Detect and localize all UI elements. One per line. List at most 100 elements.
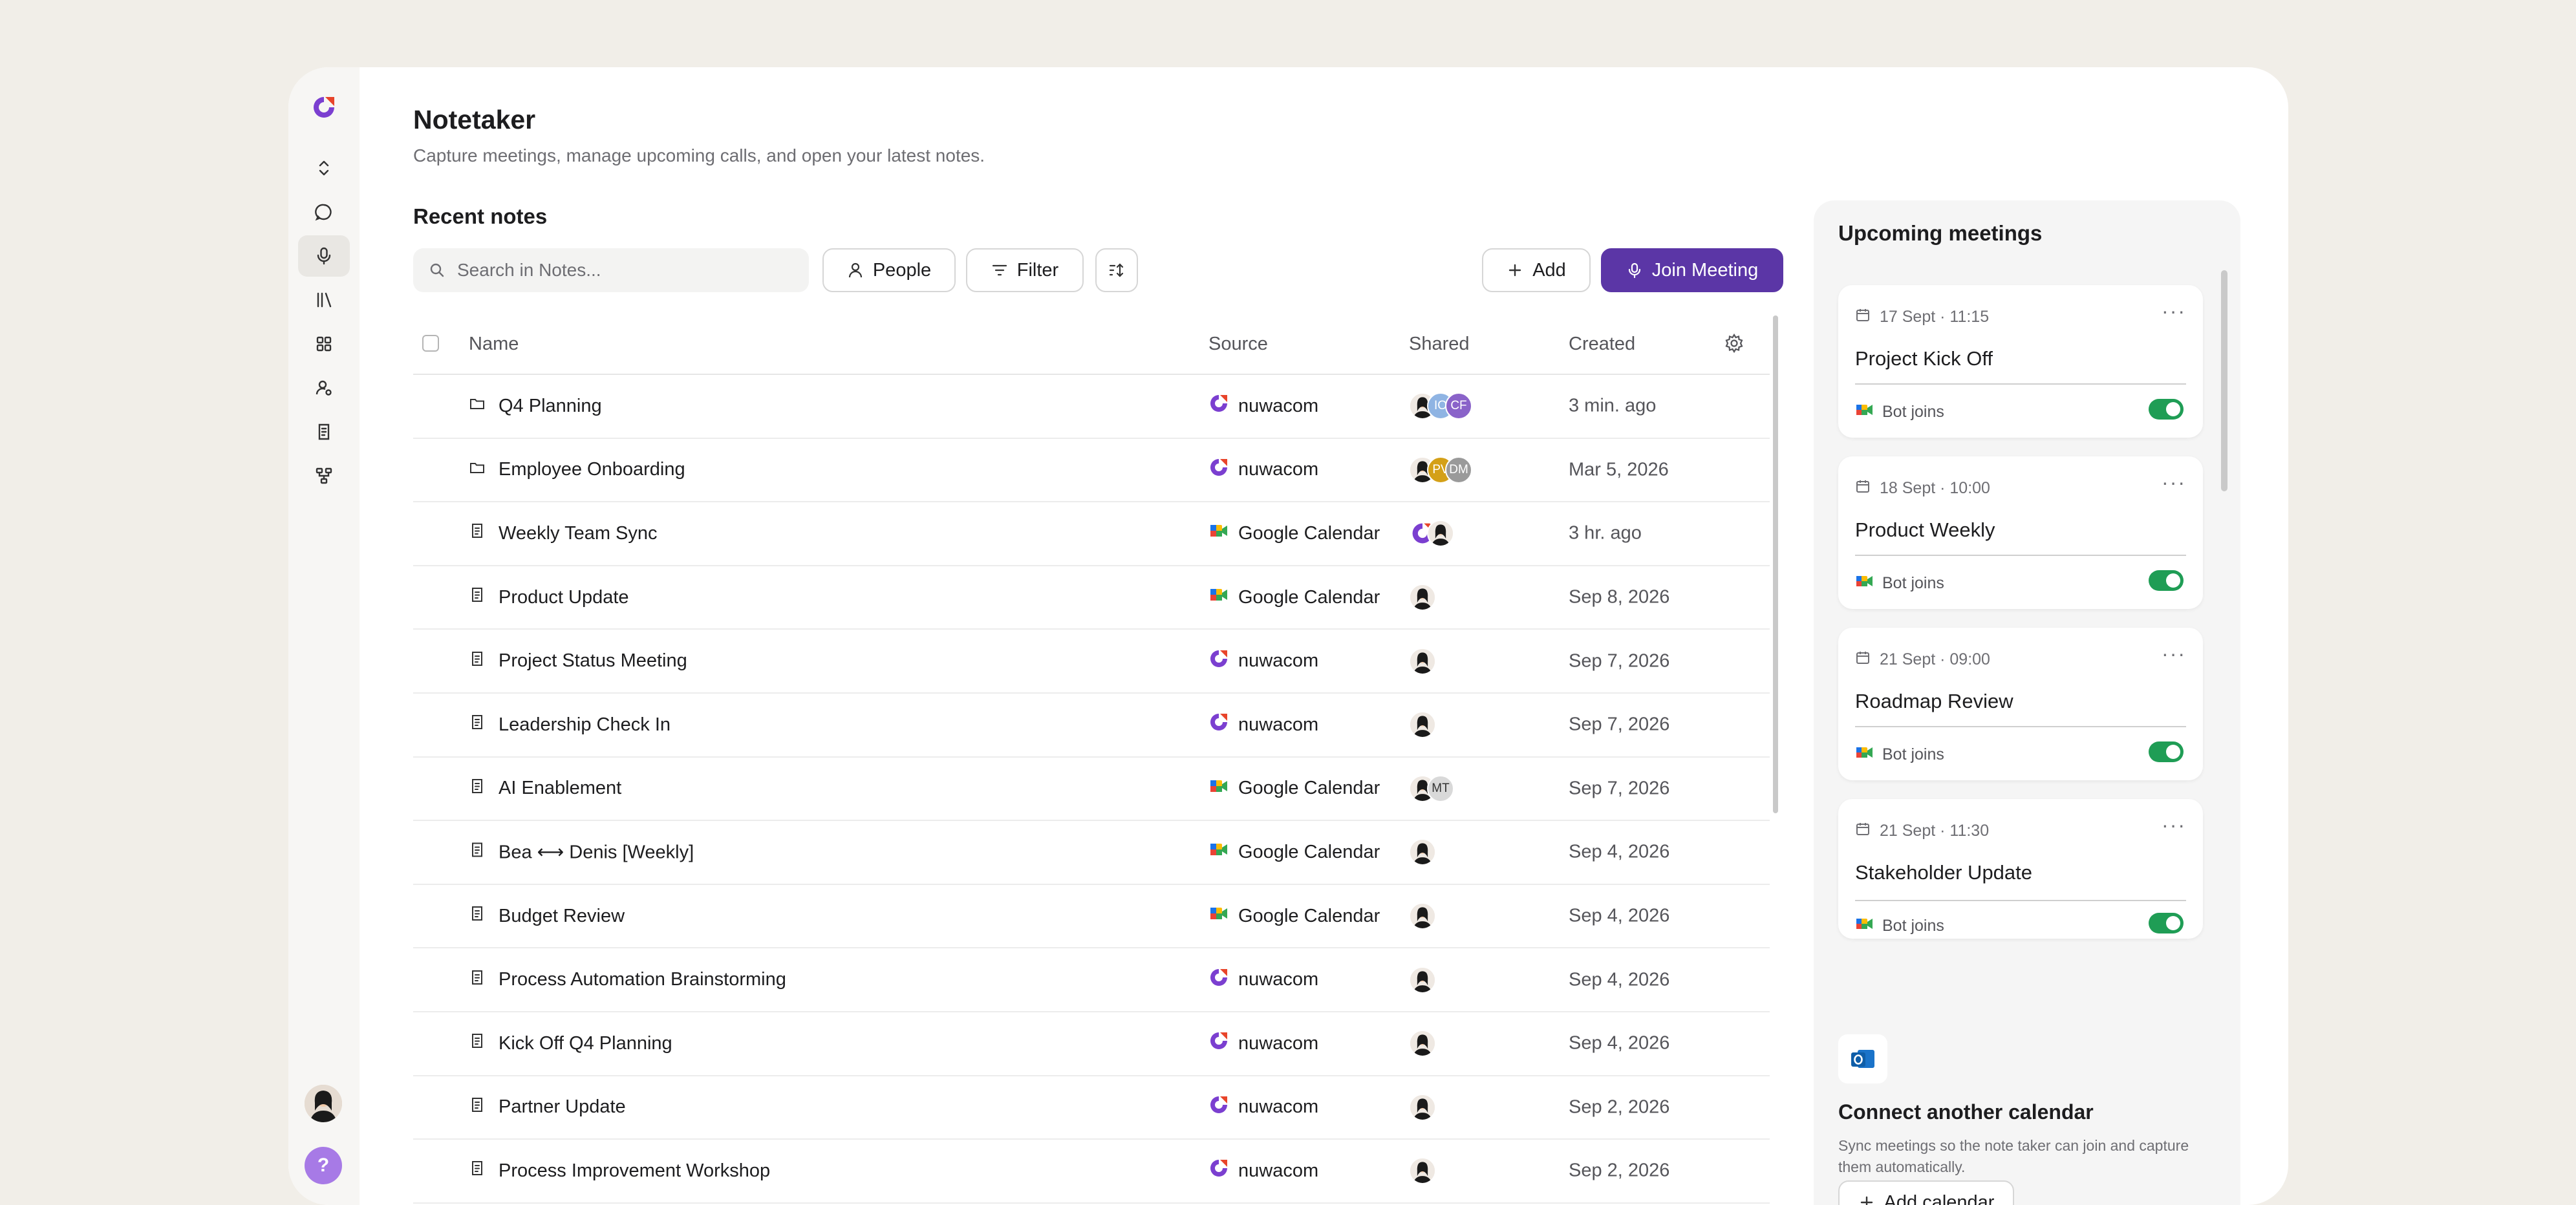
nuwacom-icon [1208, 648, 1229, 674]
source-cell: nuwacom [1208, 1158, 1318, 1184]
table-row[interactable]: Bea ⟷ Denis [Weekly]Google CalendarSep 4… [413, 821, 1770, 885]
search-box[interactable] [413, 248, 809, 292]
bot-join-toggle[interactable] [2149, 570, 2184, 591]
avatar [1409, 1030, 1436, 1057]
note-icon [469, 969, 486, 991]
bot-status: Bot joins [1855, 400, 1944, 424]
more-options-icon[interactable]: ··· [2162, 642, 2186, 666]
connect-calendar-title: Connect another calendar [1838, 1100, 2094, 1124]
table-row[interactable]: Weekly Team SyncGoogle Calendar3 hr. ago [413, 502, 1770, 566]
table-row[interactable]: Budget ReviewGoogle CalendarSep 4, 2026 [413, 885, 1770, 949]
microphone-icon[interactable] [298, 235, 350, 277]
shared-avatars[interactable] [1409, 1157, 1427, 1184]
shared-avatars[interactable] [1409, 1094, 1427, 1121]
shared-avatars[interactable] [1409, 838, 1427, 866]
created-date: Sep 4, 2026 [1569, 969, 1669, 990]
settings-gear-icon[interactable] [1723, 332, 1745, 354]
more-options-icon[interactable]: ··· [2162, 813, 2186, 837]
google-calendar-icon [1208, 520, 1229, 546]
divider [1855, 726, 2186, 727]
shared-avatars[interactable]: MT [1409, 775, 1445, 802]
note-name: Leadership Check In [499, 714, 671, 736]
people-button[interactable]: People [822, 248, 956, 292]
panel-scrollbar[interactable] [2221, 270, 2227, 491]
note-name-cell: Bea ⟷ Denis [Weekly] [469, 841, 694, 864]
shared-avatars[interactable]: IOCF [1409, 392, 1463, 420]
shared-avatars[interactable]: PVDM [1409, 456, 1463, 484]
bot-join-toggle[interactable] [2149, 399, 2184, 420]
note-name: Bea ⟷ Denis [Weekly] [499, 841, 694, 864]
source-cell: Google Calendar [1208, 584, 1380, 610]
more-options-icon[interactable]: ··· [2162, 299, 2186, 323]
note-name: Product Update [499, 587, 629, 608]
table-row[interactable]: Process Improvement WorkshopnuwacomSep 2… [413, 1140, 1770, 1204]
column-created[interactable]: Created [1569, 334, 1635, 355]
table-header: Name Source Shared Created [413, 313, 1770, 375]
meeting-card[interactable]: 21 Sept · 11:30···Stakeholder UpdateBot … [1838, 799, 2203, 939]
table-row[interactable]: Project Status MeetingnuwacomSep 7, 2026 [413, 630, 1770, 694]
table-row[interactable]: Leadership Check InnuwacomSep 7, 2026 [413, 694, 1770, 758]
table-row[interactable]: Kick Off Q4 PlanningnuwacomSep 4, 2026 [413, 1012, 1770, 1076]
add-calendar-label: Add calendar [1884, 1192, 1995, 1205]
workflow-icon[interactable] [298, 455, 350, 496]
sort-button[interactable] [1095, 248, 1138, 292]
source-cell: Google Calendar [1208, 776, 1380, 802]
avatar [1409, 1157, 1436, 1184]
meeting-time-label: 21 Sept · 09:00 [1880, 650, 1990, 669]
google-calendar-icon [1208, 584, 1229, 610]
filter-button[interactable]: Filter [966, 248, 1084, 292]
table-row[interactable]: Product UpdateGoogle CalendarSep 8, 2026 [413, 566, 1770, 630]
apps-grid-icon[interactable] [298, 323, 350, 365]
created-date: Sep 7, 2026 [1569, 650, 1669, 672]
nuwacom-logo-icon[interactable] [298, 87, 350, 128]
shared-avatars[interactable] [1409, 711, 1427, 738]
note-name-cell: Product Update [469, 586, 629, 608]
add-button[interactable]: Add [1482, 248, 1591, 292]
divider [1855, 555, 2186, 556]
user-avatar[interactable] [305, 1085, 342, 1122]
table-row[interactable]: AI EnablementGoogle CalendarMTSep 7, 202… [413, 758, 1770, 822]
join-meeting-button[interactable]: Join Meeting [1601, 248, 1783, 292]
upcoming-meetings-panel: Upcoming meetings 17 Sept · 11:15···Proj… [1814, 200, 2240, 1205]
table-row[interactable]: Employee OnboardingnuwacomPVDMMar 5, 202… [413, 439, 1770, 503]
column-name[interactable]: Name [469, 334, 519, 355]
select-all-checkbox[interactable] [422, 335, 439, 352]
source-label: nuwacom [1238, 969, 1318, 990]
shared-avatars[interactable] [1409, 1030, 1427, 1057]
library-icon[interactable] [298, 279, 350, 321]
column-source[interactable]: Source [1208, 334, 1268, 355]
add-calendar-button[interactable]: Add calendar [1838, 1180, 2014, 1205]
people-label: People [873, 260, 931, 281]
bot-join-toggle[interactable] [2149, 913, 2184, 933]
meeting-time-label: 18 Sept · 10:00 [1880, 479, 1990, 498]
add-label: Add [1532, 260, 1566, 281]
shared-avatars[interactable] [1409, 520, 1445, 547]
help-button[interactable]: ? [305, 1147, 342, 1184]
shared-avatars[interactable] [1409, 584, 1427, 611]
table-scrollbar[interactable] [1773, 315, 1778, 813]
table-row[interactable]: Q4 PlanningnuwacomIOCF3 min. ago [413, 375, 1770, 439]
note-name: Process Improvement Workshop [499, 1160, 770, 1182]
table-row[interactable]: Partner UpdatenuwacomSep 2, 2026 [413, 1076, 1770, 1140]
bot-join-toggle[interactable] [2149, 741, 2184, 762]
calendar-icon [1855, 821, 1871, 841]
note-name: Budget Review [499, 906, 625, 927]
meeting-card[interactable]: 21 Sept · 09:00···Roadmap ReviewBot join… [1838, 628, 2203, 780]
meeting-card[interactable]: 17 Sept · 11:15···Project Kick OffBot jo… [1838, 285, 2203, 438]
shared-avatars[interactable] [1409, 902, 1427, 930]
user-settings-icon[interactable] [298, 367, 350, 409]
sidebar: ? [288, 67, 360, 1205]
chat-icon[interactable] [298, 191, 350, 233]
table-row[interactable]: Process Automation BrainstormingnuwacomS… [413, 948, 1770, 1012]
meeting-time: 18 Sept · 10:00 [1855, 478, 1990, 498]
more-options-icon[interactable]: ··· [2162, 471, 2186, 495]
search-input[interactable] [457, 260, 793, 281]
shared-avatars[interactable] [1409, 966, 1427, 994]
shared-avatars[interactable] [1409, 648, 1427, 675]
expand-collapse-icon[interactable] [298, 147, 350, 189]
meeting-card[interactable]: 18 Sept · 10:00···Product WeeklyBot join… [1838, 456, 2203, 609]
avatar [1427, 520, 1454, 547]
document-icon[interactable] [298, 411, 350, 453]
column-shared[interactable]: Shared [1409, 334, 1470, 355]
avatar [1409, 966, 1436, 994]
